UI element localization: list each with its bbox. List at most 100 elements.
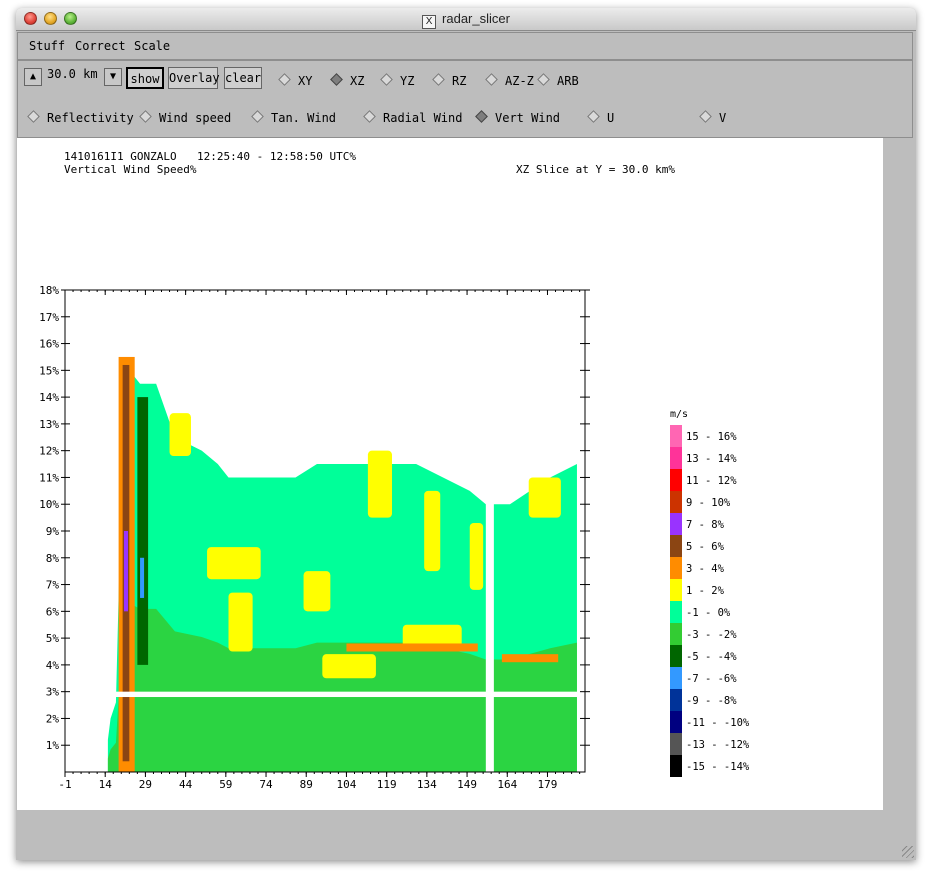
x-tick-label: 149 — [457, 778, 477, 791]
y-tick-label: 17% — [39, 311, 59, 324]
radio-diamond-selected-icon — [475, 110, 488, 123]
legend-swatch — [670, 755, 682, 777]
app-window: Xradar_slicer Stuff Correct Scale ▲ 30.0… — [16, 8, 916, 860]
radio-v[interactable]: V — [699, 110, 726, 125]
legend-label: -15 - -14% — [686, 761, 750, 773]
field-patch-1-2 — [469, 522, 484, 590]
radio-vert-wind[interactable]: Vert Wind — [475, 110, 560, 125]
x-tick-label: 59 — [219, 778, 232, 791]
legend-label: 3 - 4% — [686, 563, 725, 575]
legend-swatch — [670, 535, 682, 557]
y-tick-label: 4% — [46, 659, 60, 672]
radio-xz[interactable]: XZ — [330, 73, 364, 88]
distance-down-button[interactable]: ▼ — [104, 68, 122, 86]
eyewall-updraft-7-8 — [123, 531, 128, 612]
radio-wind-speed[interactable]: Wind speed — [139, 110, 231, 125]
show-button[interactable]: show — [126, 67, 164, 89]
legend-swatch — [670, 733, 682, 755]
overlay-button[interactable]: Overlay — [168, 67, 220, 89]
legend-label: -1 - 0% — [686, 607, 731, 619]
triangle-down-icon: ▼ — [109, 71, 117, 82]
menu-bar: Stuff Correct Scale — [17, 32, 913, 60]
legend-label: 7 - 8% — [686, 519, 725, 531]
x-tick-label: 14 — [99, 778, 113, 791]
radio-u[interactable]: U — [587, 110, 614, 125]
radio-diamond-icon — [27, 110, 40, 123]
legend-swatch — [670, 601, 682, 623]
radio-diamond-icon — [251, 110, 264, 123]
legend-label: 15 - 16% — [686, 431, 737, 443]
menu-stuff[interactable]: Stuff — [29, 39, 65, 53]
x-tick-label: 134 — [417, 778, 437, 791]
plot-canvas[interactable]: 1410161I1 GONZALO 12:25:40 - 12:58:50 UT… — [17, 138, 883, 810]
legend-swatch — [670, 711, 682, 733]
y-tick-label: 14% — [39, 391, 59, 404]
legend-swatch — [670, 513, 682, 535]
x-tick-label: 164 — [497, 778, 517, 791]
window-title-text: radar_slicer — [442, 11, 510, 26]
distance-up-button[interactable]: ▲ — [24, 68, 42, 86]
radio-diamond-icon — [587, 110, 600, 123]
data-gap-vertical — [485, 477, 494, 772]
menu-correct[interactable]: Correct — [75, 39, 126, 53]
radio-az-z[interactable]: AZ-Z — [485, 73, 534, 88]
triangle-up-icon: ▲ — [29, 71, 37, 82]
menu-scale[interactable]: Scale — [134, 39, 170, 53]
downdraft-neg7-neg6 — [140, 557, 145, 598]
radio-reflectivity[interactable]: Reflectivity — [27, 110, 134, 125]
legend-swatch — [670, 557, 682, 579]
title-bar[interactable]: Xradar_slicer — [16, 8, 916, 31]
radio-diamond-icon — [485, 73, 498, 86]
toolbar: ▲ 30.0 km ▼ show Overlay clear XY XZ YZ … — [17, 60, 913, 138]
field-patch-1-2 — [322, 654, 376, 679]
field-patch-1-2 — [169, 413, 191, 457]
vertical-wind-chart: -1 14 29 44 59 74 89 104 119 134 149 164 179 1% 2% 3% 4%… — [39, 284, 750, 791]
field-patch-1-2 — [367, 450, 393, 518]
y-tick-label: 16% — [39, 338, 59, 351]
clear-button[interactable]: clear — [224, 67, 262, 89]
x-tick-label: 179 — [538, 778, 558, 791]
radio-xy[interactable]: XY — [278, 73, 312, 88]
streak-3-4 — [346, 643, 478, 652]
x-tick-label: 119 — [377, 778, 397, 791]
legend-label: -11 - -10% — [686, 717, 750, 729]
data-gap-horizontal — [105, 691, 586, 698]
y-tick-label: 10% — [39, 498, 59, 511]
streak-3-4-right — [501, 654, 559, 663]
y-tick-label: 8% — [46, 552, 60, 565]
legend-label: -7 - -6% — [686, 673, 737, 685]
legend-label: 1 - 2% — [686, 585, 725, 597]
y-tick-label: 5% — [46, 632, 60, 645]
x-tick-label: 104 — [337, 778, 357, 791]
radio-diamond-icon — [278, 73, 291, 86]
field-patch-1-2 — [424, 490, 441, 572]
legend-label: -9 - -8% — [686, 695, 737, 707]
y-tick-label: 6% — [46, 605, 60, 618]
distance-value: 30.0 km — [47, 67, 98, 81]
radio-rz[interactable]: RZ — [432, 73, 466, 88]
radio-diamond-icon — [537, 73, 550, 86]
legend-swatch — [670, 491, 682, 513]
radio-diamond-icon — [139, 110, 152, 123]
legend-label: 5 - 6% — [686, 541, 725, 553]
field-patch-1-2 — [303, 571, 331, 612]
x-tick-label: 44 — [179, 778, 193, 791]
legend-swatch — [670, 623, 682, 645]
legend-swatch — [670, 645, 682, 667]
legend-label: 13 - 14% — [686, 453, 737, 465]
resize-grip-icon[interactable] — [902, 846, 914, 858]
x-tick-label: -1 — [58, 778, 71, 791]
radio-radial-wind[interactable]: Radial Wind — [363, 110, 462, 125]
x-tick-label: 74 — [259, 778, 273, 791]
radio-yz[interactable]: YZ — [380, 73, 414, 88]
radio-arb[interactable]: ARB — [537, 73, 579, 88]
y-tick-label: 13% — [39, 418, 59, 431]
y-tick-label: 15% — [39, 364, 59, 377]
radio-tan-wind[interactable]: Tan. Wind — [251, 110, 336, 125]
y-tick-label: 7% — [46, 579, 60, 592]
field-patch-1-2 — [528, 477, 561, 518]
legend-swatch — [670, 667, 682, 689]
radio-diamond-icon — [432, 73, 445, 86]
radio-diamond-icon — [363, 110, 376, 123]
field-patch-1-2 — [228, 592, 253, 652]
